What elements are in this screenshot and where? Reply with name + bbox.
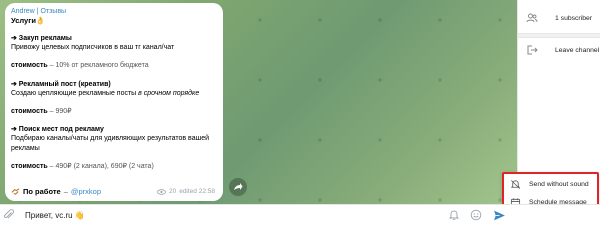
section-cost-ad-places: стоимость – 490₽ (2 канала), 690₽ (2 чат… [11,162,215,171]
paperclip-icon[interactable] [3,209,15,221]
subscriber-count: 1 subscriber [555,14,593,22]
cost-label: стоимость [11,62,48,70]
desc-main: Создаю цепляющие рекламные посты [11,89,139,97]
send-without-sound-label: Send without sound [529,180,589,188]
edited-time: edited 22:58 [179,188,215,196]
bell-icon[interactable] [448,209,460,221]
message-author[interactable]: Andrew | Отзывы [11,7,215,16]
section-desc-ad-post: Создаю цепляющие рекламные посты в срочн… [11,89,215,98]
message-bubble[interactable]: Andrew | Отзывы Услуги👌 ➔ Закуп рекламы … [5,3,223,201]
cost-label: стоимость [11,162,48,170]
leave-icon [527,45,538,55]
message-footer: По работе – @prxkop 20 edited 22:58 [11,187,215,197]
smiley-icon[interactable] [470,209,482,221]
muted-bell-icon [510,179,521,189]
message-title: Услуги👌 [11,16,46,25]
message-meta: 20 edited 22:58 [157,187,215,196]
cost-value: – 10% от рекламного бюджета [47,62,149,70]
share-arrow-icon [234,183,243,190]
section-desc-ad-purchase: Привожу целевых подписчиков в ваш тг кан… [11,44,175,52]
people-icon [526,13,538,23]
desc-italic: в срочном порядке [138,89,200,97]
work-label: По работе [23,187,61,197]
section-heading-ad-post: ➔ Рекламный пост (креатив) [11,80,111,88]
handshake-icon [11,188,20,196]
send-without-sound-item[interactable]: Send without sound [504,176,597,192]
chat-area: Andrew | Отзывы Услуги👌 ➔ Закуп рекламы … [0,0,517,204]
sidebar-divider [518,33,600,38]
send-icon[interactable] [493,209,506,222]
section-heading-ad-places: ➔ Поиск мест под рекламу [11,126,104,134]
section-cost-ad-purchase: стоимость – 10% от рекламного бюджета [11,61,215,70]
leave-channel-label: Leave channel [555,46,600,54]
cost-value: – 990₽ [47,108,72,116]
section-heading-ad-purchase: ➔ Закуп рекламы [11,35,72,42]
leave-channel-button[interactable]: Leave channel [518,41,600,59]
message-input[interactable] [25,208,325,222]
section-cost-ad-post: стоимость – 990₽ [11,107,215,116]
views-count: 20 [168,188,177,196]
footer-dash: – [63,187,68,197]
eye-icon [157,189,166,195]
message-composer [0,204,600,225]
contact-link[interactable]: @prxkop [71,187,101,196]
subscribers-row[interactable]: 1 subscriber [518,9,600,27]
cost-value: – 490₽ (2 канала), 690₽ (2 чата) [47,162,154,170]
section-desc-ad-places: Подбираю каналы/чаты для удивляющих резу… [11,135,211,152]
cost-label: стоимость [11,108,48,116]
work-contact: По работе – @prxkop [11,187,101,196]
share-button[interactable] [229,178,247,196]
